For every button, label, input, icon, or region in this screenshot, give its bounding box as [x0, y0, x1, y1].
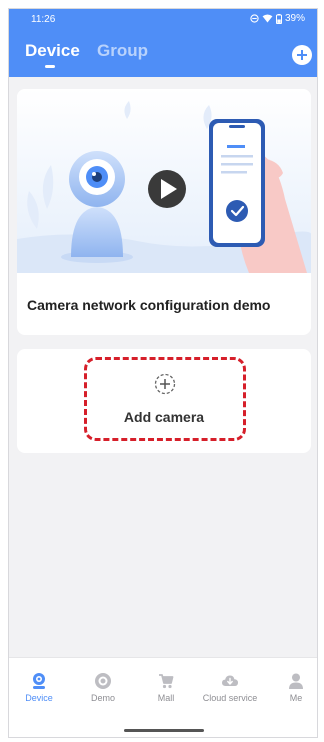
- add-device-button[interactable]: [292, 45, 312, 65]
- add-camera-card[interactable]: Add camera: [17, 349, 311, 453]
- tabbar-label-demo: Demo: [90, 693, 115, 703]
- tabbar-item-mall[interactable]: Mall: [136, 672, 196, 704]
- header: 11:26 39% Device Group: [9, 9, 317, 77]
- demo-icon: [95, 673, 111, 689]
- cart-icon: [159, 674, 174, 689]
- tabbar-label-mall: Mall: [157, 693, 175, 703]
- bottom-tab-bar: Device Demo Mall Cloud service Me: [9, 657, 317, 737]
- home-indicator: [124, 729, 204, 732]
- battery-percentage: 39%: [284, 13, 305, 24]
- status-icons: 39%: [250, 13, 305, 24]
- tab-group[interactable]: Group: [97, 41, 148, 61]
- add-camera-icon[interactable]: [154, 373, 176, 395]
- tabbar-item-demo[interactable]: Demo: [73, 672, 133, 704]
- demo-illustration[interactable]: [17, 89, 311, 273]
- active-tab-indicator: [45, 65, 55, 68]
- camera-icon: [33, 673, 45, 689]
- add-camera-highlight: [84, 357, 246, 441]
- tabbar-label-me: Me: [289, 693, 303, 703]
- person-icon: [289, 673, 303, 689]
- tabbar-item-cloud-service[interactable]: Cloud service: [200, 672, 260, 704]
- add-camera-label[interactable]: Add camera: [17, 409, 311, 425]
- battery-icon: [275, 13, 282, 24]
- cloud-icon: [222, 675, 238, 686]
- demo-card[interactable]: Camera network configuration demo: [17, 89, 311, 335]
- tabbar-label-cloud-service: Cloud service: [202, 693, 258, 703]
- tabbar-item-me[interactable]: Me: [266, 672, 317, 704]
- status-time: 11:26: [31, 14, 56, 25]
- status-bar: 11:26 39%: [9, 9, 317, 31]
- tab-device[interactable]: Device: [25, 41, 80, 61]
- tabbar-label-device: Device: [25, 693, 53, 703]
- wifi-icon: [262, 14, 273, 23]
- do-not-disturb-icon: [250, 14, 259, 23]
- tabbar-item-device[interactable]: Device: [9, 672, 69, 704]
- demo-card-title: Camera network configuration demo: [27, 297, 271, 313]
- phone-screen: 11:26 39% Device Group Camera network co…: [8, 8, 318, 738]
